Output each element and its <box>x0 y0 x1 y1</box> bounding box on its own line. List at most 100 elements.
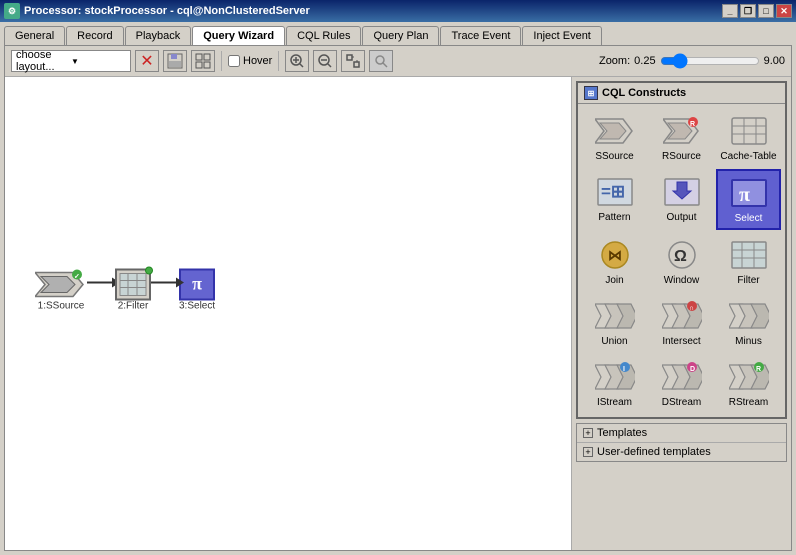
construct-filter[interactable]: Filter <box>716 232 781 291</box>
user-templates-expand-icon[interactable]: + <box>583 447 593 457</box>
tab-record[interactable]: Record <box>66 26 123 45</box>
construct-cache-table[interactable]: Cache-Table <box>716 108 781 167</box>
union-construct-label: Union <box>601 336 627 347</box>
intersect-construct-label: Intersect <box>662 336 700 347</box>
close-button[interactable]: ✕ <box>776 4 792 18</box>
zoom-out-button[interactable] <box>313 50 337 72</box>
construct-output[interactable]: Output <box>649 169 714 230</box>
flow-arrow-2 <box>151 282 179 284</box>
window-title: Processor: stockProcessor - cql@NonClust… <box>24 5 722 17</box>
flow-arrow-1 <box>87 282 115 284</box>
cql-header-icon: ⊞ <box>584 86 598 100</box>
output-construct-label: Output <box>666 212 696 223</box>
right-panel: ⊞ CQL Constructs SSource <box>571 77 791 550</box>
cql-constructs-header: ⊞ CQL Constructs <box>578 83 785 104</box>
tab-playback[interactable]: Playback <box>125 26 192 45</box>
tab-trace-event[interactable]: Trace Event <box>440 26 521 45</box>
rstream-construct-icon: R <box>729 359 769 395</box>
canvas-area[interactable]: ✓ 1:SSource <box>5 77 571 550</box>
hover-checkbox-area: Hover <box>228 55 272 67</box>
ssource-icon: ✓ <box>35 268 87 300</box>
construct-intersect[interactable]: ∩ Intersect <box>649 293 714 352</box>
layout-select-arrow: ▼ <box>71 57 126 66</box>
ssource-construct-icon <box>595 113 635 149</box>
svg-text:I: I <box>623 366 625 373</box>
cache-table-construct-icon <box>729 113 769 149</box>
construct-ssource[interactable]: SSource <box>582 108 647 167</box>
output-construct-icon <box>662 174 702 210</box>
tab-inject-event[interactable]: Inject Event <box>522 26 601 45</box>
hover-label: Hover <box>243 55 272 67</box>
construct-select[interactable]: π Select <box>716 169 781 230</box>
search-button[interactable] <box>369 50 393 72</box>
delete-button[interactable]: ✕ <box>135 50 159 72</box>
svg-text:D: D <box>690 366 695 373</box>
layout-select-label: choose layout... <box>16 49 71 73</box>
toolbar: choose layout... ▼ ✕ Hover <box>5 46 791 77</box>
zoom-slider[interactable] <box>660 53 760 69</box>
fit-button[interactable] <box>341 50 365 72</box>
tab-query-plan[interactable]: Query Plan <box>362 26 439 45</box>
restore-button[interactable]: ❐ <box>740 4 756 18</box>
templates-section: + Templates + User-defined templates <box>576 423 787 462</box>
minimize-button[interactable]: _ <box>722 4 738 18</box>
construct-pattern[interactable]: =⊞ Pattern <box>582 169 647 230</box>
user-templates-label: User-defined templates <box>597 446 711 458</box>
svg-text:∩: ∩ <box>689 305 694 312</box>
user-templates-row[interactable]: + User-defined templates <box>577 443 786 461</box>
svg-text:R: R <box>756 366 761 373</box>
app-icon: ⚙ <box>4 3 20 19</box>
zoom-min: 0.25 <box>634 55 655 67</box>
rsource-construct-label: RSource <box>662 151 701 162</box>
flow-node-filter[interactable]: 2:Filter <box>115 268 151 311</box>
toolbar-separator-2 <box>278 51 279 71</box>
window-controls: _ ❐ □ ✕ <box>722 4 792 18</box>
construct-union[interactable]: Union <box>582 293 647 352</box>
svg-text:Ω: Ω <box>674 248 687 265</box>
construct-join[interactable]: ⋈ Join <box>582 232 647 291</box>
svg-text:R: R <box>690 121 695 128</box>
templates-expand-icon[interactable]: + <box>583 428 593 438</box>
istream-construct-icon: I <box>595 359 635 395</box>
construct-dstream[interactable]: D DStream <box>649 354 714 413</box>
pattern-construct-icon: =⊞ <box>595 174 635 210</box>
templates-row[interactable]: + Templates <box>577 424 786 443</box>
hover-checkbox[interactable] <box>228 55 240 67</box>
ssource-label: 1:SSource <box>38 300 85 311</box>
ssource-construct-label: SSource <box>595 151 633 162</box>
tab-cql-rules[interactable]: CQL Rules <box>286 26 361 45</box>
union-construct-icon <box>595 298 635 334</box>
flow-diagram: ✓ 1:SSource <box>35 268 215 311</box>
dstream-construct-icon: D <box>662 359 702 395</box>
pattern-construct-label: Pattern <box>598 212 630 223</box>
construct-minus[interactable]: Minus <box>716 293 781 352</box>
select-construct-label: Select <box>735 213 763 224</box>
save-button[interactable] <box>163 50 187 72</box>
title-bar: ⚙ Processor: stockProcessor - cql@NonClu… <box>0 0 796 22</box>
maximize-button[interactable]: □ <box>758 4 774 18</box>
istream-construct-label: IStream <box>597 397 632 408</box>
svg-text:⋈: ⋈ <box>608 247 622 263</box>
cache-table-construct-label: Cache-Table <box>720 151 776 162</box>
join-construct-icon: ⋈ <box>595 237 635 273</box>
construct-window[interactable]: Ω Window <box>649 232 714 291</box>
dstream-construct-label: DStream <box>662 397 701 408</box>
flow-node-select[interactable]: π 3:Select <box>179 268 215 311</box>
grid-button[interactable] <box>191 50 215 72</box>
select-label: 3:Select <box>179 300 215 311</box>
construct-istream[interactable]: I IStream <box>582 354 647 413</box>
rsource-construct-icon: R <box>662 113 702 149</box>
cql-constructs-panel: ⊞ CQL Constructs SSource <box>576 81 787 419</box>
zoom-in-button[interactable] <box>285 50 309 72</box>
toolbar-separator-1 <box>221 51 222 71</box>
window-construct-icon: Ω <box>662 237 702 273</box>
construct-rstream[interactable]: R RStream <box>716 354 781 413</box>
filter-label: 2:Filter <box>118 300 149 311</box>
svg-text:π: π <box>739 184 750 206</box>
tab-query-wizard[interactable]: Query Wizard <box>192 26 285 45</box>
construct-rsource[interactable]: R RSource <box>649 108 714 167</box>
svg-text:✓: ✓ <box>74 273 80 280</box>
flow-node-ssource[interactable]: ✓ 1:SSource <box>35 268 87 311</box>
tab-general[interactable]: General <box>4 26 65 45</box>
layout-select[interactable]: choose layout... ▼ <box>11 50 131 72</box>
